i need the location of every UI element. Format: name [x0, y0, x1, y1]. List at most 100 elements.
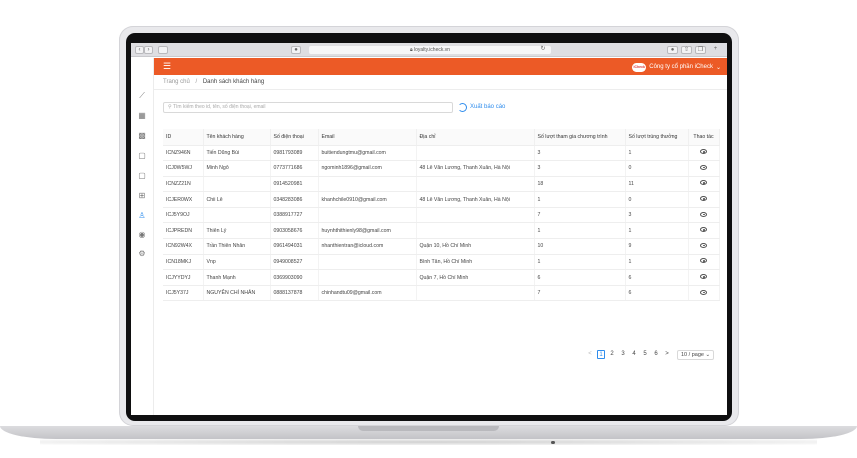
- page-button[interactable]: 3: [619, 350, 627, 359]
- column-header: Số điện thoại: [270, 129, 319, 146]
- grid-icon[interactable]: ▦: [137, 111, 147, 121]
- next-page-button[interactable]: >: [663, 350, 671, 359]
- page-size-select[interactable]: 10 / page ⌄: [677, 349, 715, 360]
- table-cell: ICNZZ21N: [163, 176, 204, 193]
- reload-icon[interactable]: ↻: [539, 46, 547, 54]
- column-header: Địa chỉ: [416, 129, 535, 146]
- column-header: ID: [163, 129, 204, 146]
- table-row: ICJ0W5WJ Minh Ngô 0773771686 ngominh1896@gm…: [163, 160, 720, 177]
- view-action-cell: [688, 222, 720, 240]
- table-cell: 0949008527: [270, 254, 319, 271]
- menu-icon[interactable]: ☰: [163, 62, 172, 71]
- eye-icon[interactable]: [700, 211, 707, 217]
- laptop-dot: [551, 441, 555, 444]
- table-cell: khanhchile0910@gmail.com: [318, 191, 417, 208]
- table-cell: Minh Ngô: [203, 160, 271, 177]
- table-cell: 0: [625, 191, 689, 208]
- table-cell: ICN18MKJ: [163, 254, 204, 271]
- sidebar-toggle-button[interactable]: [158, 46, 168, 54]
- page-button[interactable]: 6: [652, 350, 660, 359]
- table-cell: Quận 7, Hồ Chí Minh: [416, 269, 535, 286]
- new-tab-button[interactable]: +: [711, 46, 720, 54]
- chevron-down-icon: ⌄: [715, 64, 721, 71]
- table-cell: huynhthithienly98@gmail.com: [318, 222, 417, 240]
- table-cell: ICJ5Y37J: [163, 285, 204, 302]
- eye-icon[interactable]: [700, 196, 707, 202]
- table-cell: 6: [625, 285, 689, 302]
- url-text: loyalty.icheck.vn: [414, 47, 451, 53]
- view-action-cell: [688, 269, 720, 286]
- chart-icon[interactable]: ⟋: [137, 91, 147, 101]
- table-cell: 0888137878: [270, 285, 319, 302]
- table-cell: 18: [534, 176, 626, 193]
- eye-icon[interactable]: [700, 227, 707, 233]
- column-header: Tên khách hàng: [203, 129, 271, 146]
- company-logo: iCheck: [632, 62, 647, 72]
- table-cell: 0348283086: [270, 191, 319, 208]
- eye-icon[interactable]: [700, 274, 707, 280]
- eye-icon[interactable]: [700, 289, 707, 295]
- table-cell: [318, 269, 417, 286]
- page-button[interactable]: 5: [641, 350, 649, 359]
- eye-icon[interactable]: [700, 258, 707, 264]
- share-button[interactable]: ⇧: [681, 46, 692, 54]
- table-cell: [416, 207, 535, 224]
- table-cell: ICN92W4X: [163, 238, 204, 255]
- table-cell: [416, 285, 535, 302]
- table-cell: 3: [625, 207, 689, 224]
- eye-icon[interactable]: [700, 149, 707, 155]
- page-button[interactable]: 2: [608, 350, 616, 359]
- table-cell: NGUYỄN CHÍ NHÂN: [203, 285, 271, 302]
- breadcrumb-home[interactable]: Trang chủ: [163, 79, 190, 85]
- table-cell: 9: [625, 238, 689, 255]
- company-menu[interactable]: iCheck Công ty cổ phần iCheck ⌄: [632, 62, 721, 72]
- table-cell: Vnp: [203, 254, 271, 271]
- coin-icon[interactable]: ◉: [137, 230, 147, 240]
- file-icon[interactable]: ▢: [137, 171, 147, 181]
- table-cell: 0: [625, 160, 689, 177]
- qr-icon[interactable]: ▩: [137, 131, 147, 141]
- document-icon[interactable]: ▢: [137, 151, 147, 161]
- users-icon[interactable]: ♙: [137, 211, 147, 221]
- download-button[interactable]: ●: [667, 46, 678, 54]
- table-cell: 3: [534, 160, 626, 177]
- table-cell: ICJPREDN: [163, 222, 204, 240]
- table-row: ICNZZ21N 0914520981 18 11: [163, 176, 720, 193]
- table-cell: 0388917727: [270, 207, 319, 224]
- table-cell: chinhandtu09@gmail.com: [318, 285, 417, 302]
- view-action-cell: [688, 207, 720, 224]
- view-action-cell: [688, 254, 720, 271]
- forward-button[interactable]: ›: [144, 46, 153, 54]
- eye-icon[interactable]: [700, 180, 707, 186]
- column-header: Số lượt trúng thưởng: [625, 129, 689, 146]
- gift-icon[interactable]: ⊞: [137, 191, 147, 201]
- prev-page-button[interactable]: <: [586, 350, 594, 359]
- shield-icon[interactable]: ●: [291, 46, 301, 54]
- tabs-button[interactable]: ❐: [695, 46, 706, 54]
- view-action-cell: [688, 191, 720, 208]
- laptop-mockup: ‹ › ● 🔒︎ loyalty.icheck.vn ↻ ● ⇧ ❐ + ⟋ ▦…: [0, 0, 857, 458]
- eye-icon[interactable]: [700, 164, 707, 170]
- table-cell: [318, 254, 417, 271]
- table-cell: 0914520981: [270, 176, 319, 193]
- table-cell: 1: [534, 254, 626, 271]
- back-button[interactable]: ‹: [135, 46, 144, 54]
- app-header: ☰ iCheck Công ty cổ phần iCheck ⌄: [154, 58, 727, 75]
- customer-table: ID Tên khách hàng Số điện thoại Email Địa ch…: [163, 129, 720, 302]
- address-bar[interactable]: 🔒︎ loyalty.icheck.vn: [309, 46, 551, 54]
- export-report-button[interactable]: Xuất báo cáo: [458, 101, 505, 113]
- page-button[interactable]: 1: [597, 350, 605, 359]
- table-cell: nhanthientran@icloud.com: [318, 238, 417, 255]
- view-action-cell: [688, 145, 720, 162]
- search-input[interactable]: ⚲ Tìm kiếm theo id, tên, số điện thoại, …: [163, 102, 453, 113]
- table-row: ICJYYDYJ Thanh Mạnh 0369903090 Quận 7, Hồ C…: [163, 269, 720, 286]
- page-size-value: 10 / page: [681, 351, 704, 358]
- eye-icon[interactable]: [700, 242, 707, 248]
- settings-icon[interactable]: ⚙: [137, 249, 147, 259]
- page-button[interactable]: 4: [630, 350, 638, 359]
- table-cell: 6: [534, 269, 626, 286]
- column-header: Email: [318, 129, 417, 146]
- table-cell: Quận 10, Hồ Chí Minh: [416, 238, 535, 255]
- table-cell: Trần Thiên Nhân: [203, 238, 271, 255]
- table-cell: ICJ0W5WJ: [163, 160, 204, 177]
